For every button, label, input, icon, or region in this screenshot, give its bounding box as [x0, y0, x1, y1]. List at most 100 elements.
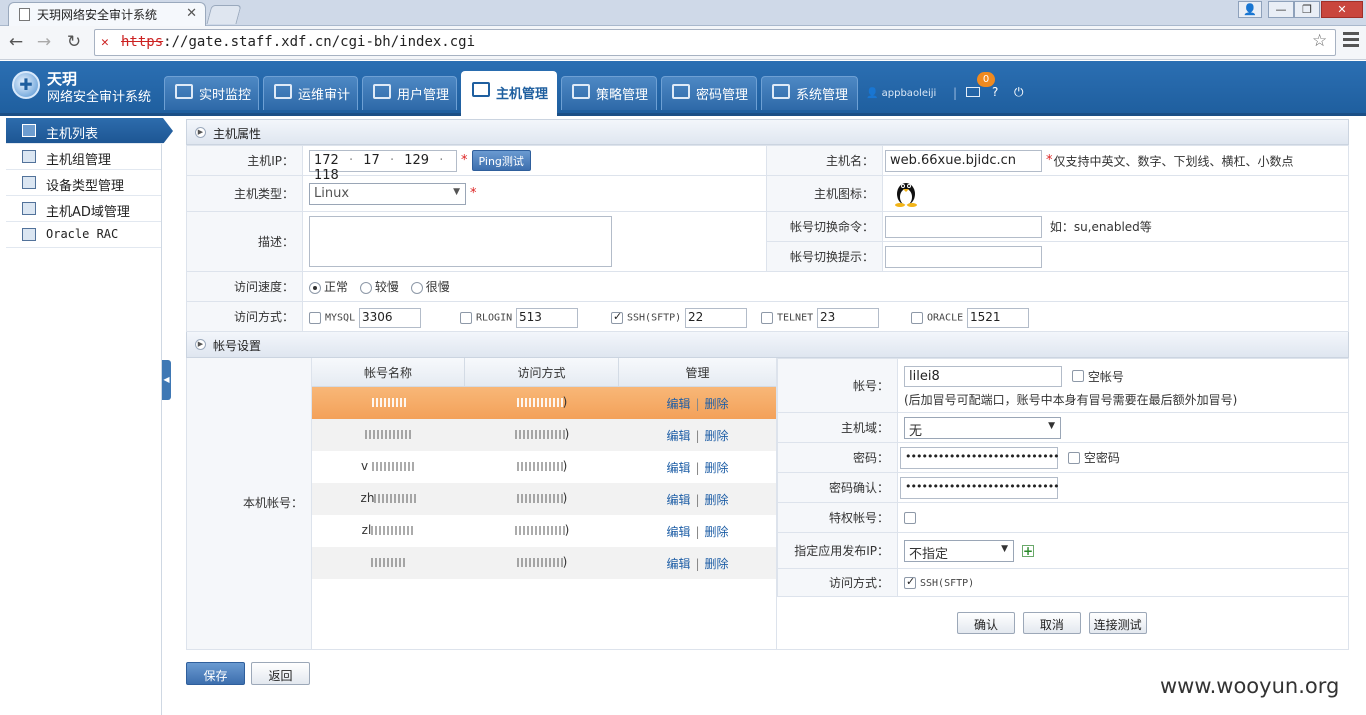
rlogin-port-input[interactable]: 513 [515, 308, 578, 328]
password-input[interactable]: •••••••••••••••••••••••••••• [900, 446, 1060, 469]
back-button[interactable]: 返回 [251, 662, 310, 685]
speed-normal-option[interactable]: 正常 [309, 278, 348, 295]
domain-select[interactable]: 无 ▼ [904, 416, 1061, 439]
tab-user-management[interactable]: 用户管理 [362, 76, 457, 110]
required-mark: * [461, 153, 468, 168]
tab-host-management[interactable]: 主机管理 [461, 71, 557, 116]
oracle-checkbox[interactable] [911, 312, 923, 324]
description-textarea[interactable] [309, 216, 612, 267]
sidebar-item-host-list[interactable]: 主机列表 [6, 118, 173, 144]
sidebar-item-device-type[interactable]: 设备类型管理 [6, 170, 161, 196]
bookmark-star-icon[interactable]: ☆ [1312, 31, 1327, 51]
browser-tab[interactable]: 天玥网络安全审计系统 ✕ [8, 2, 206, 26]
sidebar-collapse-handle[interactable]: ◀ [162, 360, 171, 400]
confirm-password-input[interactable]: •••••••••••••••••••••••••••• [900, 476, 1060, 499]
privileged-checkbox[interactable] [904, 512, 916, 524]
policy-icon [572, 84, 590, 99]
table-row[interactable]: v ) 编辑 | 删除 [312, 451, 776, 483]
account-name-cell: zh [312, 483, 465, 515]
table-row[interactable]: zh ) 编辑 | 删除 [312, 483, 776, 515]
ping-test-button[interactable]: Ping测试 [471, 150, 531, 171]
ip-input[interactable]: 172 · 17 · 129 · 118 [309, 149, 457, 183]
mysql-port-input[interactable]: 3306 [358, 308, 421, 328]
table-row[interactable]: zl ) 编辑 | 删除 [312, 515, 776, 547]
empty-password-checkbox[interactable] [1067, 451, 1080, 464]
tab-ops-audit[interactable]: 运维审计 [263, 76, 358, 110]
publish-ip-select[interactable]: 不指定 ▼ [904, 539, 1014, 562]
profile-button[interactable]: 👤 [1238, 1, 1262, 18]
accounts-header[interactable]: ▶ 帐号设置 [186, 332, 1349, 358]
tab-realtime-monitor[interactable]: 实时监控 [164, 76, 259, 110]
mail-icon[interactable] [966, 87, 980, 97]
edit-link[interactable]: 编辑 [666, 397, 690, 411]
insecure-lock-icon[interactable]: ✕ [101, 35, 109, 50]
radio-unchecked[interactable] [359, 281, 372, 294]
sidebar-item-ad-domain[interactable]: 主机AD域管理 [6, 196, 161, 222]
delete-link[interactable]: 删除 [705, 429, 729, 443]
maximize-button[interactable]: ❐ [1294, 1, 1320, 18]
sidebar-item-host-group[interactable]: 主机组管理 [6, 144, 161, 170]
telnet-checkbox[interactable] [761, 312, 773, 324]
edit-link[interactable]: 编辑 [666, 429, 690, 443]
radio-unchecked[interactable] [410, 281, 423, 294]
save-button[interactable]: 保存 [186, 662, 245, 685]
edit-link[interactable]: 编辑 [666, 493, 690, 507]
sidebar-item-oracle-rac[interactable]: Oracle RAC [6, 222, 161, 248]
mysql-checkbox[interactable] [309, 312, 321, 324]
menu-icon[interactable] [1343, 32, 1359, 50]
edit-link[interactable]: 编辑 [666, 557, 690, 571]
radio-checked[interactable] [309, 281, 321, 294]
speed-slow-option[interactable]: 较慢 [359, 278, 399, 295]
edit-link[interactable]: 编辑 [666, 525, 690, 539]
speed-very-slow-option[interactable]: 很慢 [410, 278, 450, 295]
close-tab-icon[interactable]: ✕ [186, 6, 197, 21]
table-row[interactable]: ) 编辑 | 删除 [312, 387, 776, 419]
header-separator: | [953, 86, 958, 100]
linux-penguin-icon[interactable] [893, 177, 919, 207]
minimize-button[interactable]: — [1268, 1, 1294, 18]
delete-link[interactable]: 删除 [705, 461, 729, 475]
delete-link[interactable]: 删除 [705, 557, 729, 571]
logout-icon[interactable]: ⏻ [1014, 85, 1024, 100]
table-row[interactable]: ) 编辑 | 删除 [312, 419, 776, 451]
rlogin-checkbox[interactable] [460, 312, 472, 324]
sidebar: 主机列表 主机组管理 设备类型管理 主机AD域管理 Oracle RAC [6, 118, 162, 715]
empty-account-option[interactable]: 空帐号 [1071, 369, 1124, 384]
current-user[interactable]: 👤 appbaoleiji [866, 88, 936, 99]
switch-prompt-input[interactable] [885, 245, 1042, 268]
table-row[interactable]: ) 编辑 | 删除 [312, 547, 776, 579]
connection-test-button[interactable]: 连接测试 [1088, 612, 1147, 634]
delete-link[interactable]: 删除 [705, 397, 729, 411]
host-type-select[interactable]: Linux ▼ [309, 182, 466, 205]
switch-cmd-input[interactable] [885, 215, 1042, 238]
cancel-button[interactable]: 取消 [1022, 612, 1081, 634]
form-access-label: 访问方式： [777, 568, 898, 597]
delete-link[interactable]: 删除 [705, 493, 729, 507]
ssh-access-checkbox[interactable] [904, 575, 916, 589]
empty-password-option[interactable]: 空密码 [1067, 450, 1120, 465]
tab-policy-management[interactable]: 策略管理 [561, 76, 657, 110]
telnet-port-input[interactable]: 23 [816, 308, 879, 328]
ssh-port-input[interactable]: 22 [685, 308, 748, 328]
account-input[interactable]: lilei8 [904, 365, 1062, 387]
edit-link[interactable]: 编辑 [666, 461, 690, 475]
host-props-header[interactable]: ▶ 主机属性 [186, 119, 1349, 145]
add-icon[interactable]: + [1022, 544, 1034, 557]
back-arrow-icon[interactable]: ← [6, 32, 26, 52]
confirm-button[interactable]: 确认 [957, 612, 1015, 634]
sidebar-item-label: 设备类型管理 [46, 179, 125, 194]
address-bar[interactable]: ✕ https://gate.staff.xdf.cn/cgi-bh/index.… [94, 29, 1336, 56]
new-tab-button[interactable] [206, 5, 242, 24]
empty-account-checkbox[interactable] [1071, 370, 1084, 382]
tab-password-management[interactable]: 密码管理 [661, 76, 757, 110]
oracle-port-input[interactable]: 1521 [966, 308, 1029, 328]
speed-cell: 正常 较慢 很慢 [302, 271, 1349, 302]
tab-system-management[interactable]: 系统管理 [761, 76, 858, 110]
delete-link[interactable]: 删除 [705, 525, 729, 539]
hostname-input[interactable]: web.66xue.bjidc.cn [885, 149, 1042, 172]
ssh-checkbox[interactable] [611, 310, 623, 324]
forward-arrow-icon[interactable]: → [34, 32, 54, 52]
reload-icon[interactable]: ↻ [64, 32, 84, 52]
close-window-button[interactable]: ✕ [1321, 1, 1363, 18]
help-icon[interactable]: ? [992, 85, 998, 99]
